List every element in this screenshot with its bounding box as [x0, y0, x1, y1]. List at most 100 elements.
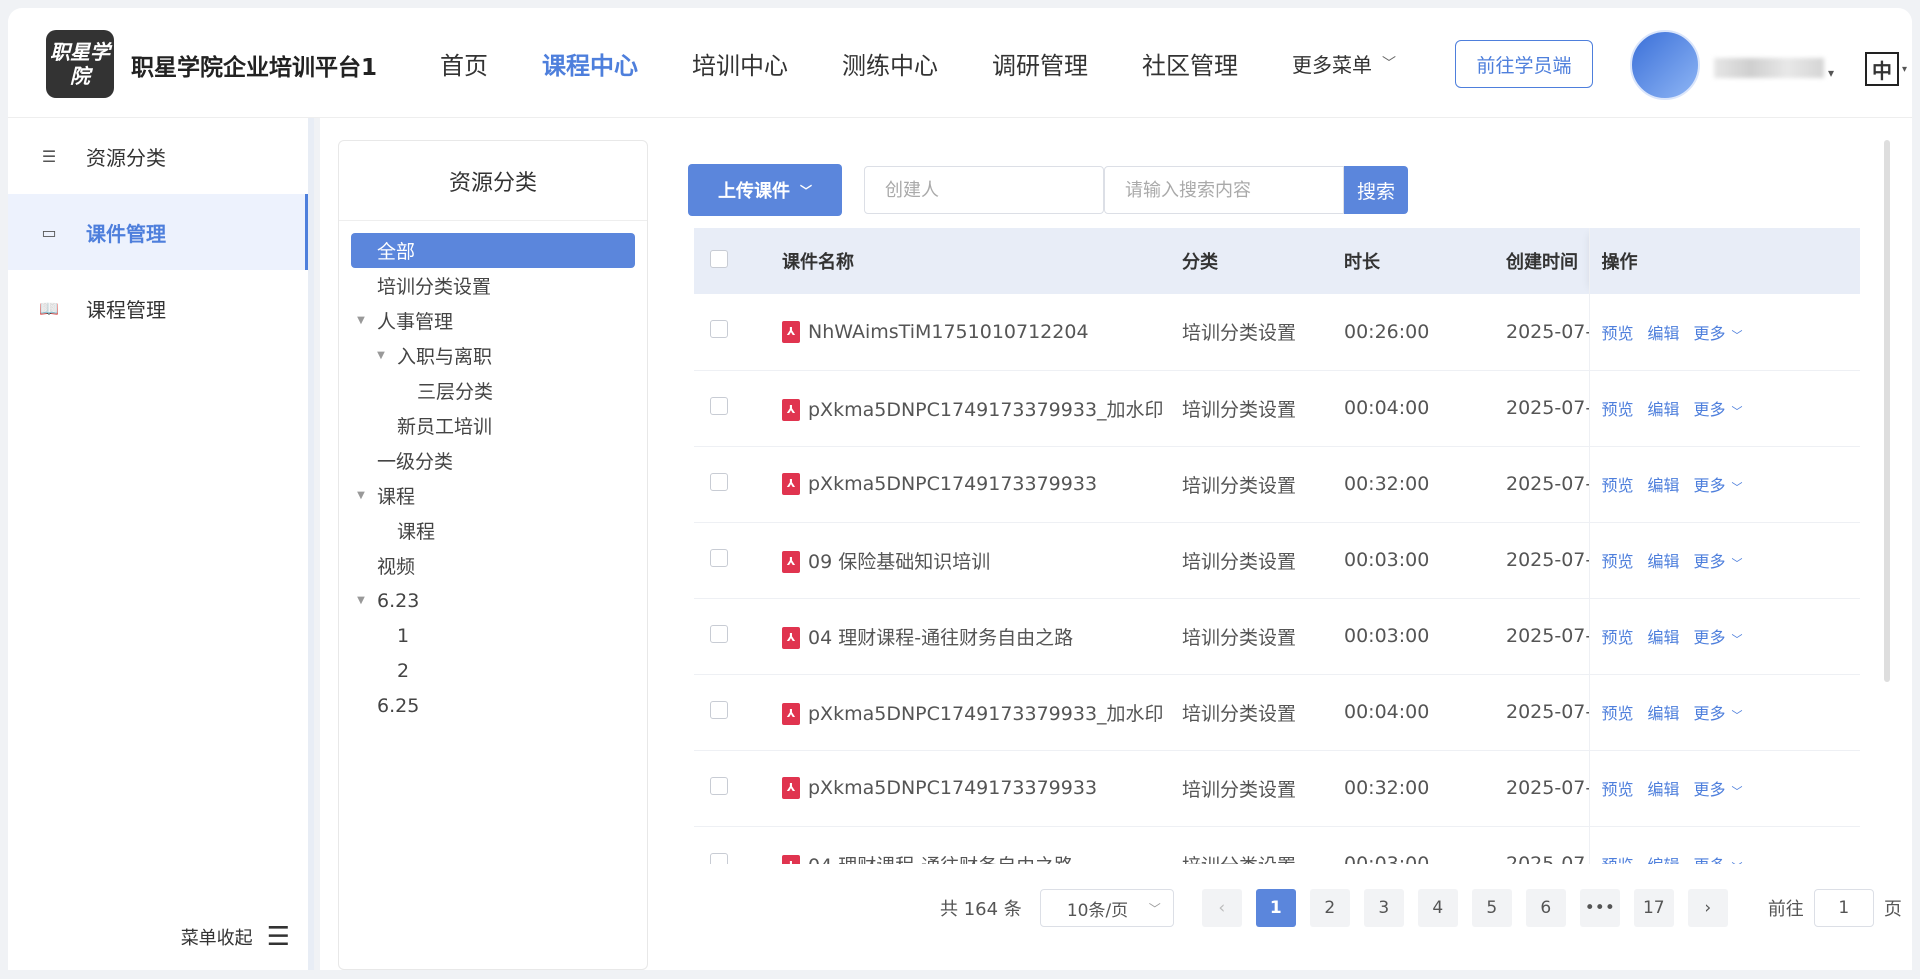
row-checkbox[interactable] — [710, 320, 728, 339]
edit-link[interactable]: 编辑 — [1648, 856, 1680, 864]
goto-page-input[interactable] — [1813, 889, 1874, 927]
preview-link[interactable]: 预览 — [1602, 552, 1634, 571]
page-button[interactable]: 5 — [1471, 889, 1512, 927]
caret-down-icon[interactable]: ▼ — [351, 595, 371, 606]
search-button[interactable]: 搜索 — [1344, 166, 1408, 214]
user-chevron-icon[interactable]: ▾ — [1828, 66, 1834, 80]
edit-link[interactable]: 编辑 — [1648, 400, 1680, 419]
caret-down-icon[interactable]: ▼ — [351, 490, 371, 501]
more-dropdown[interactable]: 更多 ﹀ — [1694, 704, 1743, 723]
courseware-name[interactable]: 04 理财课程-通往财务自由之路 — [808, 855, 1073, 865]
goto-student-button[interactable]: 前往学员端 — [1455, 40, 1593, 88]
edit-link[interactable]: 编辑 — [1648, 476, 1680, 495]
table-row[interactable]: ⅄ pXkma5DNPC1749173379933_加水印 培训分类设置 00:04:… — [694, 674, 1860, 751]
edit-link[interactable]: 编辑 — [1648, 704, 1680, 723]
language-chevron-icon[interactable]: ▾ — [1902, 64, 1907, 75]
tree-node[interactable]: ▼ 课程 — [351, 478, 635, 513]
preview-link[interactable]: 预览 — [1602, 324, 1634, 343]
preview-link[interactable]: 预览 — [1602, 628, 1634, 647]
collapse-menu-button[interactable]: 菜单收起 ☰ — [181, 922, 290, 952]
tree-node[interactable]: 课程 — [351, 513, 635, 548]
more-dropdown[interactable]: 更多 ﹀ — [1694, 552, 1743, 571]
tree-node[interactable]: ▼ 人事管理 — [351, 303, 635, 338]
preview-link[interactable]: 预览 — [1602, 476, 1634, 495]
preview-link[interactable]: 预览 — [1602, 856, 1634, 864]
tree-node[interactable]: 培训分类设置 — [351, 268, 635, 303]
courseware-name[interactable]: pXkma5DNPC1749173379933 — [808, 473, 1097, 495]
tree-node[interactable]: 视频 — [351, 548, 635, 583]
page-button[interactable]: 4 — [1417, 889, 1458, 927]
language-switch[interactable]: 中 — [1865, 52, 1899, 86]
table-row[interactable]: ⅄ pXkma5DNPC1749173379933 培训分类设置 00:32:00 20… — [694, 446, 1860, 523]
page-button[interactable]: 1 — [1255, 889, 1296, 927]
row-checkbox[interactable] — [710, 624, 728, 643]
courseware-name[interactable]: NhWAimsTiM1751010712204 — [808, 321, 1089, 343]
row-checkbox[interactable] — [710, 396, 728, 415]
more-dropdown[interactable]: 更多 ﹀ — [1694, 856, 1743, 864]
nav-item-5[interactable]: 社区管理 — [1142, 46, 1238, 81]
more-dropdown[interactable]: 更多 ﹀ — [1694, 628, 1743, 647]
row-checkbox[interactable] — [710, 776, 728, 795]
creator-input[interactable] — [864, 166, 1104, 214]
more-dropdown[interactable]: 更多 ﹀ — [1694, 780, 1743, 799]
tree-node[interactable]: 6.25 — [351, 688, 635, 723]
preview-link[interactable]: 预览 — [1602, 704, 1634, 723]
table-row[interactable]: ⅄ 04 理财课程-通往财务自由之路 培训分类设置00:03:002025-07-0… — [694, 598, 1860, 675]
row-checkbox[interactable] — [710, 700, 728, 719]
tree-node[interactable]: ▼ 入职与离职 — [351, 338, 635, 373]
page-size-select[interactable]: 10条/页 ﹀ — [1039, 889, 1174, 927]
page-button[interactable]: 6 — [1525, 889, 1566, 927]
nav-item-0[interactable]: 首页 — [440, 46, 488, 81]
next-page-button[interactable]: › — [1687, 889, 1728, 927]
page-button[interactable]: 17 — [1633, 889, 1674, 927]
row-checkbox[interactable] — [710, 548, 728, 567]
vertical-scrollbar[interactable] — [1884, 140, 1890, 682]
tree-node[interactable]: 全部 — [351, 233, 635, 268]
courseware-name[interactable]: pXkma5DNPC1749173379933 — [808, 777, 1097, 799]
courseware-name[interactable]: 04 理财课程-通往财务自由之路 — [808, 627, 1073, 649]
edit-link[interactable]: 编辑 — [1648, 324, 1680, 343]
page-button[interactable]: 3 — [1363, 889, 1404, 927]
tree-node[interactable]: 三层分类 — [351, 373, 635, 408]
more-dropdown[interactable]: 更多 ﹀ — [1694, 476, 1743, 495]
sidebar-item-0[interactable]: ☰ 资源分类 — [8, 118, 308, 194]
table-row[interactable]: ⅄ NhWAimsTiM1751010712204 培训分类设置 00:26:00 20… — [694, 294, 1860, 371]
edit-link[interactable]: 编辑 — [1648, 552, 1680, 571]
tree-node[interactable]: ▼ 6.23 — [351, 583, 635, 618]
courseware-name[interactable]: pXkma5DNPC1749173379933_加水印 — [808, 703, 1164, 725]
courseware-name[interactable]: 09 保险基础知识培训 — [808, 551, 990, 573]
search-input[interactable] — [1104, 166, 1344, 214]
more-dropdown[interactable]: 更多 ﹀ — [1694, 324, 1743, 343]
upload-courseware-button[interactable]: 上传课件 ﹀ — [688, 164, 842, 216]
nav-item-1[interactable]: 课程中心 — [542, 46, 638, 81]
courseware-name[interactable]: pXkma5DNPC1749173379933_加水印 — [808, 399, 1164, 421]
nav-item-2[interactable]: 培训中心 — [692, 46, 788, 81]
tree-node[interactable]: 1 — [351, 618, 635, 653]
nav-item-3[interactable]: 测练中心 — [842, 46, 938, 81]
preview-link[interactable]: 预览 — [1602, 780, 1634, 799]
caret-down-icon[interactable]: ▼ — [371, 350, 391, 361]
tree-node[interactable]: 2 — [351, 653, 635, 688]
more-dropdown[interactable]: 更多 ﹀ — [1694, 400, 1743, 419]
row-checkbox[interactable] — [710, 472, 728, 491]
page-button[interactable]: ••• — [1579, 889, 1620, 927]
brand-logo[interactable]: 职星学院 — [46, 30, 114, 98]
tree-node[interactable]: 新员工培训 — [351, 408, 635, 443]
sidebar-item-1[interactable]: ▭ 课件管理 — [8, 194, 308, 270]
sidebar-item-2[interactable]: 📖 课程管理 — [8, 270, 308, 346]
page-button[interactable]: 2 — [1309, 889, 1350, 927]
nav-item-4[interactable]: 调研管理 — [992, 46, 1088, 81]
table-row[interactable]: ⅄ pXkma5DNPC1749173379933_加水印 培训分类设置 00:04:… — [694, 370, 1860, 447]
edit-link[interactable]: 编辑 — [1648, 628, 1680, 647]
table-row[interactable]: ⅄ 09 保险基础知识培训 培训分类设置00:03:002025-07-0 预览编辑更… — [694, 522, 1860, 599]
table-row[interactable]: ⅄ 04 理财课程-通往财务自由之路 培训分类设置00:03:002025-07-0… — [694, 826, 1860, 864]
user-name-blurred[interactable] — [1714, 58, 1824, 78]
select-all-checkbox[interactable] — [710, 249, 728, 268]
table-row[interactable]: ⅄ pXkma5DNPC1749173379933 培训分类设置 00:32:00 20… — [694, 750, 1860, 827]
edit-link[interactable]: 编辑 — [1648, 780, 1680, 799]
preview-link[interactable]: 预览 — [1602, 400, 1634, 419]
prev-page-button[interactable]: ‹ — [1201, 889, 1242, 927]
row-checkbox[interactable] — [710, 852, 728, 864]
tree-node[interactable]: 一级分类 — [351, 443, 635, 478]
more-menu-dropdown[interactable]: 更多菜单 ﹀ — [1292, 49, 1396, 78]
